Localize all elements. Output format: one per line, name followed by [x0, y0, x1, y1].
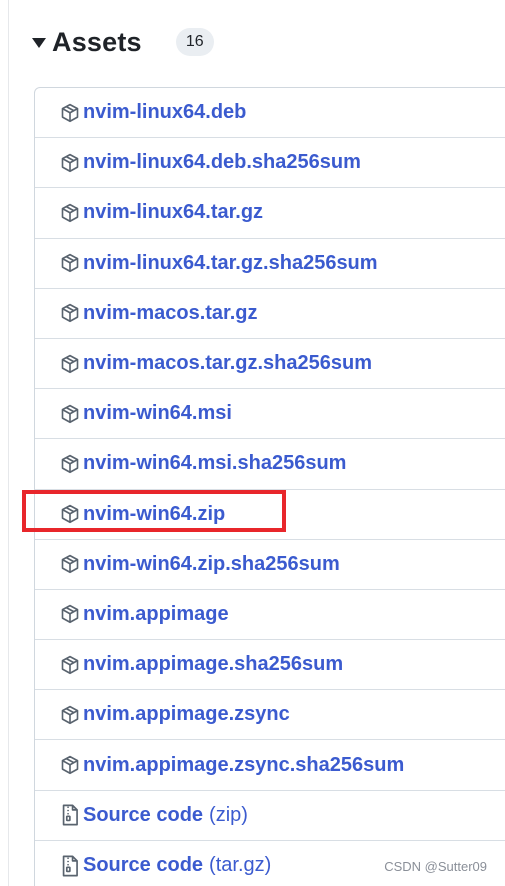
asset-link[interactable]: nvim.appimage [83, 603, 229, 626]
asset-row: nvim.appimage [35, 590, 505, 641]
asset-link[interactable]: nvim-linux64.deb [83, 101, 246, 124]
asset-row: nvim-win64.zip [35, 490, 505, 540]
package-icon [60, 353, 80, 375]
package-icon [60, 754, 80, 776]
caret-down-icon[interactable] [32, 38, 46, 48]
asset-row: nvim-macos.tar.gz.sha256sum [35, 339, 505, 390]
package-icon [60, 654, 80, 676]
file-zip-icon [60, 804, 80, 826]
package-icon [60, 152, 80, 174]
asset-link[interactable]: nvim.appimage.sha256sum [83, 653, 343, 676]
asset-link[interactable]: nvim.appimage.zsync [83, 703, 290, 726]
package-icon [60, 252, 80, 274]
left-border [8, 0, 9, 886]
asset-link[interactable]: nvim-win64.zip [83, 503, 225, 526]
asset-row: nvim-linux64.deb [35, 88, 505, 139]
release-assets-page: Assets 16 nvim-linux64.deb nvim-linux64.d… [0, 0, 505, 886]
asset-row: nvim-win64.msi.sha256sum [35, 439, 505, 490]
package-icon [60, 202, 80, 224]
asset-row: nvim-linux64.deb.sha256sum [35, 138, 505, 189]
asset-link[interactable]: nvim-win64.msi.sha256sum [83, 452, 346, 475]
assets-header[interactable]: Assets 16 [32, 22, 214, 62]
asset-link[interactable]: nvim-win64.msi [83, 402, 232, 425]
asset-row: nvim.appimage.zsync.sha256sum [35, 740, 505, 791]
package-icon [60, 102, 80, 124]
file-zip-icon [60, 855, 80, 877]
asset-format-label[interactable]: (tar.gz) [209, 854, 271, 877]
package-icon [60, 704, 80, 726]
package-icon [60, 403, 80, 425]
assets-title: Assets [52, 26, 142, 57]
package-icon [60, 302, 80, 324]
asset-link[interactable]: Source code [83, 804, 203, 827]
asset-row: nvim-win64.zip.sha256sum [35, 540, 505, 590]
asset-link[interactable]: nvim-win64.zip.sha256sum [83, 553, 340, 576]
assets-count-badge: 16 [175, 28, 214, 56]
package-icon [60, 553, 80, 575]
asset-link[interactable]: nvim.appimage.zsync.sha256sum [83, 754, 404, 777]
asset-row: nvim.appimage.sha256sum [35, 640, 505, 691]
asset-row: nvim-linux64.tar.gz [35, 188, 505, 239]
package-icon [60, 603, 80, 625]
asset-link[interactable]: Source code [83, 854, 203, 877]
asset-link[interactable]: nvim-macos.tar.gz.sha256sum [83, 352, 372, 375]
asset-row: nvim.appimage.zsync [35, 690, 505, 741]
asset-link[interactable]: nvim-macos.tar.gz [83, 302, 258, 325]
asset-list: nvim-linux64.deb nvim-linux64.deb.sha256s… [35, 88, 505, 886]
asset-link[interactable]: nvim-linux64.tar.gz [83, 201, 263, 224]
asset-row: nvim-macos.tar.gz [35, 289, 505, 339]
watermark: CSDN @Sutter09 [380, 857, 491, 876]
asset-link[interactable]: nvim-linux64.tar.gz.sha256sum [83, 252, 378, 275]
asset-row: nvim-linux64.tar.gz.sha256sum [35, 239, 505, 289]
asset-format-label[interactable]: (zip) [209, 804, 248, 827]
package-icon [60, 503, 80, 525]
asset-row: Source code (zip) [35, 791, 505, 841]
asset-link[interactable]: nvim-linux64.deb.sha256sum [83, 151, 361, 174]
asset-row: nvim-win64.msi [35, 389, 505, 440]
package-icon [60, 453, 80, 475]
